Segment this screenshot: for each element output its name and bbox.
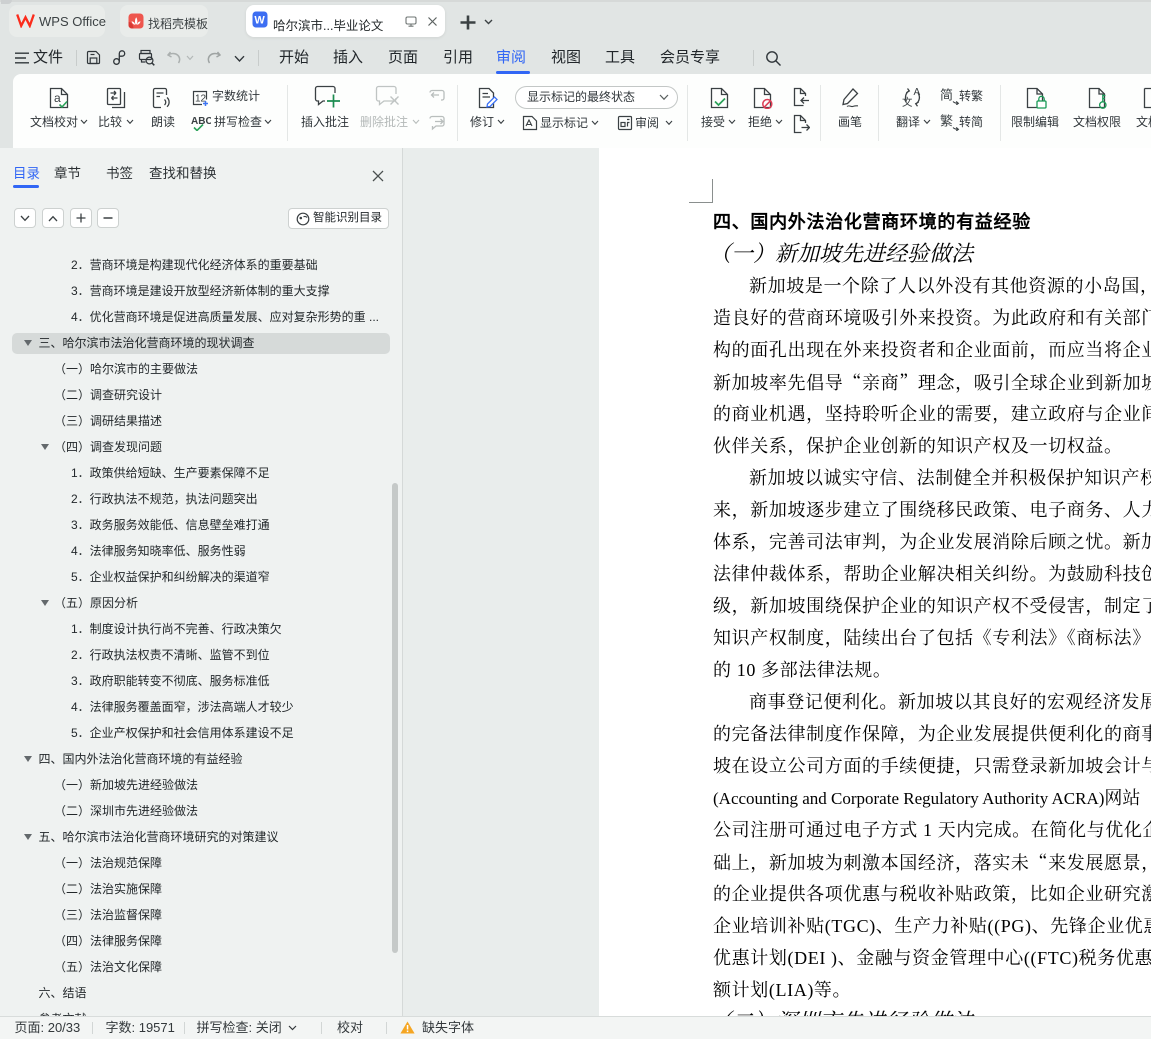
svg-text:W: W — [254, 15, 265, 27]
svg-text:ABC: ABC — [191, 116, 211, 127]
svg-text:繁: 繁 — [940, 114, 953, 129]
svg-text:简: 简 — [940, 88, 953, 103]
svg-text:a: a — [54, 91, 61, 105]
svg-text:文: 文 — [902, 96, 913, 109]
svg-text:A: A — [914, 87, 921, 98]
